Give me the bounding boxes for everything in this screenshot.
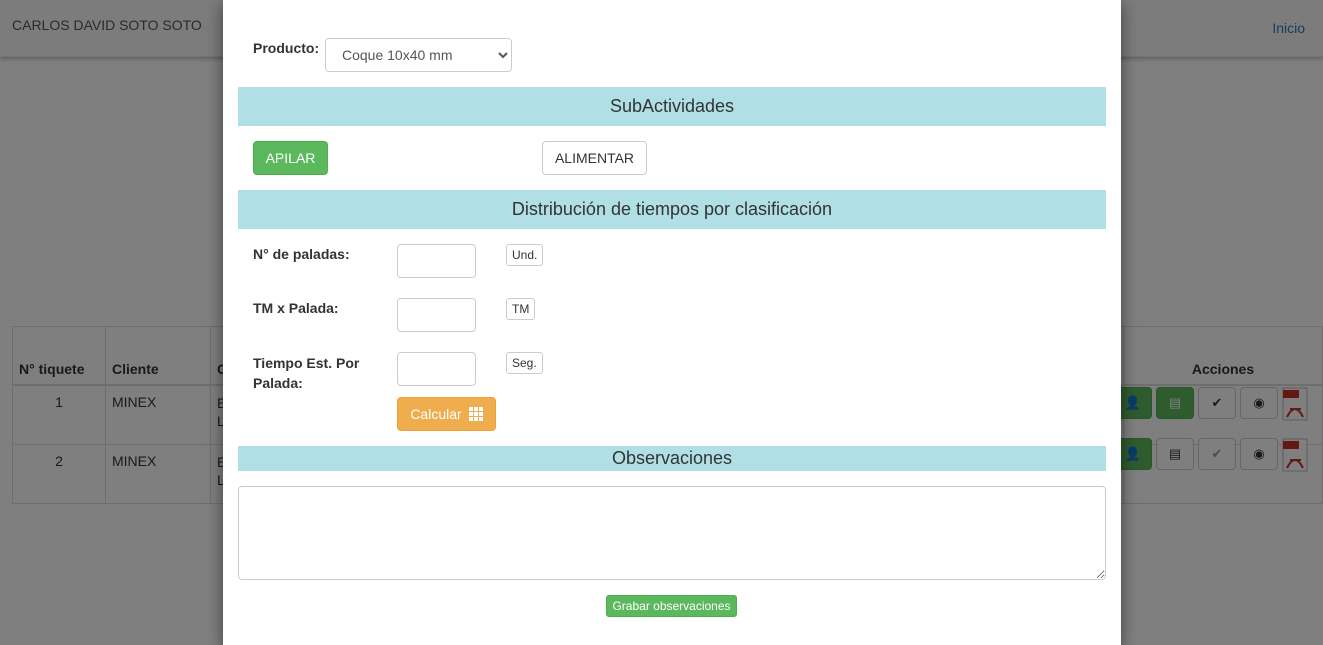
distribution-header: Distribución de tiempos por clasificació… xyxy=(238,190,1106,229)
paladas-input[interactable] xyxy=(397,244,476,278)
product-label: Producto: xyxy=(253,40,320,56)
subactivities-header: SubActividades xyxy=(238,87,1106,126)
paladas-label: N° de paladas: xyxy=(253,246,350,262)
tm-label: TM x Palada: xyxy=(253,300,339,316)
product-select[interactable]: Coque 10x40 mm xyxy=(325,38,512,72)
tiempo-label: Tiempo Est. Por Palada: xyxy=(253,355,360,391)
save-observations-button[interactable]: Grabar observaciones xyxy=(606,595,737,617)
paladas-unit: Und. xyxy=(506,244,544,266)
apilar-button[interactable]: APILAR xyxy=(253,141,328,175)
modal-dialog: Producto: Coque 10x40 mm SubActividades … xyxy=(223,0,1121,645)
tiempo-unit: Seg. xyxy=(506,352,543,374)
observations-header: Observaciones xyxy=(238,446,1106,471)
tm-input[interactable] xyxy=(397,298,476,332)
tm-unit: TM xyxy=(506,298,536,320)
calcular-button[interactable]: Calcular xyxy=(397,397,496,431)
grid-icon xyxy=(468,407,483,421)
alimentar-button[interactable]: ALIMENTAR xyxy=(542,141,647,175)
calcular-label: Calcular xyxy=(410,406,462,422)
observations-textarea[interactable] xyxy=(238,486,1106,580)
tiempo-input[interactable] xyxy=(397,352,476,386)
